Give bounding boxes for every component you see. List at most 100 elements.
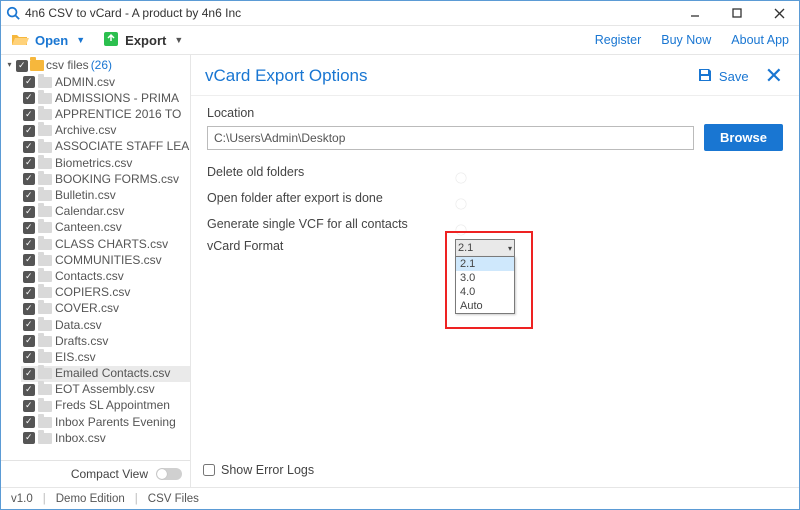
tree-item[interactable]: ADMISSIONS - PRIMA (21, 90, 190, 106)
body: ▾ csv files (26) ADMIN.csvADMISSIONS - P… (1, 55, 799, 487)
format-option[interactable]: 4.0 (456, 285, 514, 299)
show-error-logs-checkbox[interactable] (203, 464, 215, 476)
collapse-icon[interactable]: ▾ (5, 61, 14, 70)
tree-item[interactable]: EOT Assembly.csv (21, 382, 190, 398)
vcard-format-dropdown: 2.13.04.0Auto (455, 256, 515, 314)
item-label: Freds SL Appointmen (55, 399, 170, 412)
vcard-format-label: vCard Format (207, 239, 455, 253)
root-checkbox[interactable] (16, 60, 28, 72)
tree-item[interactable]: Inbox Parents Evening (21, 414, 190, 430)
tree-item[interactable]: Bulletin.csv (21, 188, 190, 204)
folder-icon (38, 320, 52, 331)
single-vcf-label: Generate single VCF for all contacts (207, 217, 455, 231)
item-checkbox[interactable] (23, 335, 35, 347)
item-checkbox[interactable] (23, 92, 35, 104)
tree-item[interactable]: Biometrics.csv (21, 155, 190, 171)
tree-item[interactable]: EIS.csv (21, 349, 190, 365)
tree-item[interactable]: Freds SL Appointmen (21, 398, 190, 414)
item-checkbox[interactable] (23, 271, 35, 283)
location-label: Location (207, 106, 783, 120)
item-checkbox[interactable] (23, 109, 35, 121)
tree-item[interactable]: CLASS CHARTS.csv (21, 236, 190, 252)
tree-item[interactable]: Drafts.csv (21, 333, 190, 349)
compact-view-label: Compact View (9, 467, 148, 481)
compact-view-toggle[interactable] (156, 468, 182, 480)
item-checkbox[interactable] (23, 125, 35, 137)
format-option[interactable]: 2.1 (456, 257, 514, 271)
about-link[interactable]: About App (731, 33, 789, 47)
tree-item[interactable]: COMMUNITIES.csv (21, 252, 190, 268)
tree-item[interactable]: Contacts.csv (21, 268, 190, 284)
folder-icon (38, 336, 52, 347)
tree-item[interactable]: Inbox.csv (21, 430, 190, 446)
tree-item[interactable]: Data.csv (21, 317, 190, 333)
folder-icon (38, 239, 52, 250)
export-menu-button[interactable]: Export ▼ (103, 31, 183, 50)
item-label: Contacts.csv (55, 270, 124, 283)
vcard-format-select[interactable]: 2.1 ▾ (455, 239, 515, 257)
tree-item[interactable]: COPIERS.csv (21, 285, 190, 301)
chevron-down-icon: ▾ (508, 244, 512, 253)
tree-item[interactable]: Emailed Contacts.csv (21, 366, 190, 382)
main-panel: vCard Export Options Save ✕ Location Bro… (191, 55, 799, 487)
maximize-button[interactable] (723, 3, 751, 23)
panel-close-button[interactable]: ✕ (763, 63, 785, 89)
folder-icon (38, 433, 52, 444)
tree-root[interactable]: ▾ csv files (26) (1, 57, 190, 74)
item-checkbox[interactable] (23, 157, 35, 169)
item-checkbox[interactable] (23, 76, 35, 88)
location-input[interactable] (207, 126, 694, 150)
item-checkbox[interactable] (23, 319, 35, 331)
item-checkbox[interactable] (23, 287, 35, 299)
tree-item[interactable]: COVER.csv (21, 301, 190, 317)
item-checkbox[interactable] (23, 238, 35, 250)
folder-icon (38, 190, 52, 201)
item-label: APPRENTICE 2016 TO (55, 108, 181, 121)
register-link[interactable]: Register (595, 33, 642, 47)
item-checkbox[interactable] (23, 432, 35, 444)
tree-item[interactable]: Calendar.csv (21, 204, 190, 220)
tree-item[interactable]: ASSOCIATE STAFF LEA (21, 139, 190, 155)
item-checkbox[interactable] (23, 254, 35, 266)
item-label: ASSOCIATE STAFF LEA (55, 140, 189, 153)
tree-item[interactable]: ADMIN.csv (21, 74, 190, 90)
item-checkbox[interactable] (23, 190, 35, 202)
folder-icon (38, 368, 52, 379)
caret-down-icon: ▼ (172, 35, 183, 45)
item-checkbox[interactable] (23, 416, 35, 428)
tree-item[interactable]: BOOKING FORMS.csv (21, 171, 190, 187)
folder-icon (38, 271, 52, 282)
close-button[interactable] (765, 3, 793, 23)
item-label: CLASS CHARTS.csv (55, 238, 168, 251)
browse-button[interactable]: Browse (704, 124, 783, 151)
save-button[interactable]: Save (697, 67, 749, 86)
folder-icon (38, 417, 52, 428)
minimize-button[interactable] (681, 3, 709, 23)
item-checkbox[interactable] (23, 173, 35, 185)
panel-header: vCard Export Options Save ✕ (191, 55, 799, 96)
item-checkbox[interactable] (23, 351, 35, 363)
app-window: 4n6 CSV to vCard - A product by 4n6 Inc … (0, 0, 800, 510)
item-checkbox[interactable] (23, 400, 35, 412)
open-folder-label: Open folder after export is done (207, 191, 455, 205)
titlebar: 4n6 CSV to vCard - A product by 4n6 Inc (1, 1, 799, 25)
item-label: Inbox.csv (55, 432, 106, 445)
export-label: Export (125, 33, 166, 48)
item-checkbox[interactable] (23, 384, 35, 396)
format-option[interactable]: Auto (456, 299, 514, 313)
open-menu-button[interactable]: Open ▼ (11, 32, 85, 49)
item-checkbox[interactable] (23, 303, 35, 315)
item-checkbox[interactable] (23, 206, 35, 218)
tree-item[interactable]: Archive.csv (21, 123, 190, 139)
item-checkbox[interactable] (23, 141, 35, 153)
folder-icon (38, 303, 52, 314)
buy-now-link[interactable]: Buy Now (661, 33, 711, 47)
tree-item[interactable]: Canteen.csv (21, 220, 190, 236)
format-option[interactable]: 3.0 (456, 271, 514, 285)
vcard-format-value: 2.1 (458, 242, 473, 254)
tree-item[interactable]: APPRENTICE 2016 TO (21, 107, 190, 123)
item-checkbox[interactable] (23, 368, 35, 380)
item-checkbox[interactable] (23, 222, 35, 234)
save-label: Save (719, 69, 749, 84)
item-label: Data.csv (55, 319, 102, 332)
